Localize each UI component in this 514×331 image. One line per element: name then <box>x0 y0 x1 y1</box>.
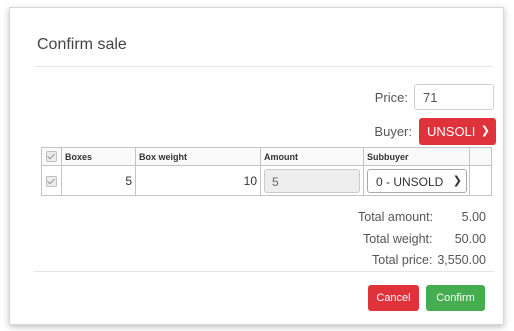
total-weight-label: Total weight: <box>363 232 433 246</box>
row-select-cell[interactable] <box>41 165 62 196</box>
column-header-box-weight: Box weight <box>135 147 261 166</box>
table-row: 5 10 5 0 - UNSOLD ❯ <box>41 165 492 196</box>
dialog-title: Confirm sale <box>37 36 127 53</box>
header-divider <box>35 66 492 67</box>
extra-cell <box>469 165 492 196</box>
amount-cell: 5 <box>260 165 364 196</box>
price-label: Price: <box>374 90 408 105</box>
column-header-extra <box>469 147 492 166</box>
column-header-boxes: Boxes <box>61 147 136 166</box>
boxes-cell: 5 <box>61 165 136 196</box>
select-all-cell[interactable] <box>41 147 62 166</box>
total-amount-label: Total amount: <box>358 210 434 224</box>
total-price-label: Total price: <box>372 253 433 267</box>
buyer-select-value: UNSOLI <box>427 124 476 139</box>
price-input[interactable] <box>414 84 494 110</box>
buyer-select[interactable]: UNSOLI ❯ <box>419 118 496 145</box>
total-price-value: 3,550.00 <box>437 253 486 267</box>
box-weight-cell: 10 <box>135 165 261 196</box>
subbuyer-select[interactable]: 0 - UNSOLD ❯ <box>367 168 467 193</box>
table-header-row: Boxes Box weight Amount Subbuyer <box>41 147 492 166</box>
buyer-label: Buyer: <box>374 124 412 139</box>
chevron-down-icon: ❯ <box>478 124 490 137</box>
confirm-button[interactable]: Confirm <box>426 285 485 311</box>
column-header-amount: Amount <box>260 147 364 166</box>
footer-divider <box>34 271 494 272</box>
total-amount-value: 5.00 <box>461 210 486 224</box>
amount-input[interactable]: 5 <box>264 168 360 193</box>
checkbox-icon[interactable] <box>46 175 57 187</box>
total-weight-value: 50.00 <box>454 232 486 246</box>
cancel-button[interactable]: Cancel <box>368 285 419 311</box>
subbuyer-cell: 0 - UNSOLD ❯ <box>363 165 470 196</box>
column-header-subbuyer: Subbuyer <box>363 147 470 166</box>
subbuyer-select-value: 0 - UNSOLD <box>376 174 444 189</box>
sale-table: Boxes Box weight Amount Subbuyer 5 10 5 … <box>41 147 492 196</box>
checkbox-icon[interactable] <box>46 151 57 163</box>
chevron-down-icon: ❯ <box>449 173 462 187</box>
